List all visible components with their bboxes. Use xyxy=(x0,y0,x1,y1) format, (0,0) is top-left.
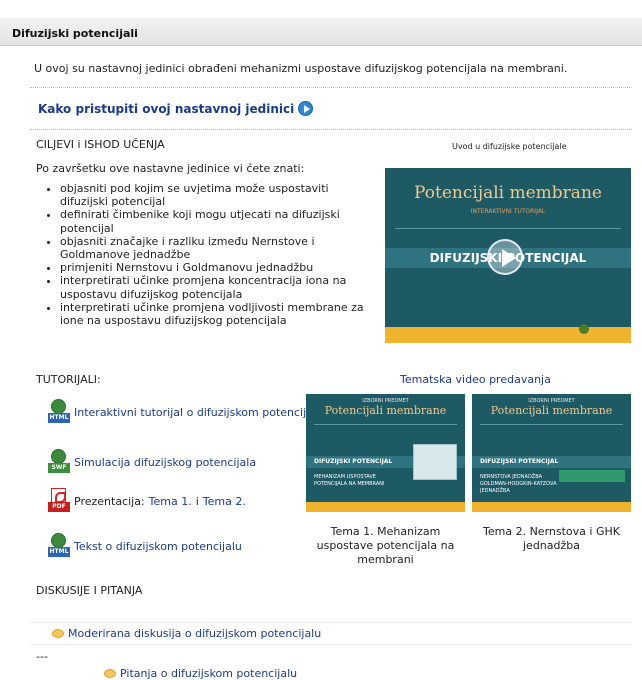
thumb-caption-tema-1[interactable]: Tema 1. Mehanizam uspostave potencijala … xyxy=(306,525,465,567)
goal-item: objasniti pod kojim se uvjetima može usp… xyxy=(60,182,370,208)
swf-file-icon: SWF xyxy=(48,449,70,475)
html-file-icon: HTML xyxy=(48,533,70,559)
tutorial-item-text[interactable]: HTML Tekst o difuzijskom potencijalu xyxy=(48,533,242,559)
row-divider xyxy=(30,622,632,623)
thumb-title: Potencijali membrane xyxy=(490,404,613,417)
tutorial-item-presentation[interactable]: PDF Prezentacija: Tema 1. i Tema 2. xyxy=(48,488,246,514)
html-badge: HTML xyxy=(48,547,70,557)
section-title: Difuzijski potencijali xyxy=(12,27,138,40)
globe-icon xyxy=(51,449,66,464)
globe-icon xyxy=(51,533,66,548)
swf-badge: SWF xyxy=(48,463,70,473)
presentation-prefix: Prezentacija: xyxy=(74,494,145,508)
goal-item: interpretirati učinke promjena koncentra… xyxy=(60,274,370,300)
forum-bubble-icon xyxy=(52,629,64,638)
thumb-band-text: DIFUZIJSKI POTENCIJAL xyxy=(480,458,559,465)
goal-item: definirati čimbenike koji mogu utjecati … xyxy=(60,208,370,234)
globe-icon xyxy=(51,399,66,414)
presentation-and: i xyxy=(195,494,199,508)
thumb-subtitle: MEHANIZAM USPOSTAVE POTENCIJALA NA MEMBR… xyxy=(314,474,385,487)
forum-moderated[interactable]: Moderirana diskusija o difuzijskom poten… xyxy=(52,627,321,640)
thumb-footer xyxy=(472,502,631,512)
thumb-subtitle: NERNSTOVA JEDNADŽBA GOLDMAN-HODGKIN-KATZ… xyxy=(480,474,557,494)
divider xyxy=(30,129,632,130)
video-thumb-tema-1[interactable]: IZBORNI PREDMET Potencijali membrane DIF… xyxy=(306,394,465,512)
goals-intro: Po završetku ove nastavne jedinice vi će… xyxy=(36,162,305,175)
forum-moderated-link[interactable]: Moderirana diskusija o difuzijskom poten… xyxy=(68,627,321,640)
goals-list: objasniti pod kojim se uvjetima može usp… xyxy=(50,182,370,327)
intro-video-caption: Uvod u difuzijske potencijale xyxy=(452,142,567,151)
video-thumb-tema-2[interactable]: IZBORNI PREDMET Potencijali membrane DIF… xyxy=(472,394,631,512)
video-lectures-heading[interactable]: Tematska video predavanja xyxy=(400,373,551,386)
tutorial-item-interactive[interactable]: HTML Interaktivni tutorijal o difuzijsko… xyxy=(48,399,323,425)
tutorial-link-interactive[interactable]: Interaktivni tutorijal o difuzijskom pot… xyxy=(74,406,323,419)
video-footer xyxy=(385,327,631,343)
video-play-button[interactable] xyxy=(487,239,523,275)
goal-item: interpretirati učinke promjena vodljivos… xyxy=(60,301,370,327)
forum-questions[interactable]: Pitanja o difuzijskom potencijalu xyxy=(104,667,297,680)
separator-text: --- xyxy=(36,650,48,663)
play-circle-icon[interactable] xyxy=(298,101,314,116)
thumb-band-text: DIFUZIJSKI POTENCIJAL xyxy=(314,458,393,465)
thumb-divider xyxy=(314,424,457,425)
html-file-icon: HTML xyxy=(48,399,70,425)
thumb-title: Potencijali membrane xyxy=(324,404,447,417)
goal-item: objasniti značajke i razliku između Nern… xyxy=(60,235,370,261)
access-instructions-label[interactable]: Kako pristupiti ovoj nastavnoj jedinici xyxy=(38,102,294,116)
thumb-footer xyxy=(306,502,465,512)
forum-questions-link[interactable]: Pitanja o difuzijskom potencijalu xyxy=(120,667,297,680)
tutorial-link-text[interactable]: Tekst o difuzijskom potencijalu xyxy=(74,540,242,553)
access-instructions-link[interactable]: Kako pristupiti ovoj nastavnoj jedinici xyxy=(38,101,314,116)
summary-text: U ovoj su nastavnoj jedinici obrađeni me… xyxy=(34,62,568,75)
tutorials-heading: TUTORIJALI: xyxy=(36,373,101,386)
thumb-divider xyxy=(480,424,623,425)
tutorial-item-simulation[interactable]: SWF Simulacija difuzijskog potencijala xyxy=(48,449,256,475)
pdf-file-icon: PDF xyxy=(48,488,70,514)
goal-item: primjeniti Nernstovu i Goldmanovu jednad… xyxy=(60,261,370,274)
video-logo-icon xyxy=(579,324,589,334)
video-subtitle: INTERAKTIVNI TUTORIJAL xyxy=(470,208,546,215)
pdf-badge: PDF xyxy=(48,502,70,512)
html-badge: HTML xyxy=(48,413,70,423)
forum-bubble-icon xyxy=(104,669,116,678)
video-divider xyxy=(395,228,621,229)
intro-video-player[interactable]: Potencijali membrane INTERAKTIVNI TUTORI… xyxy=(385,168,631,343)
row-divider xyxy=(30,644,632,645)
discussion-heading: DISKUSIJE I PITANJA xyxy=(36,584,143,597)
presentation-link-tema-2[interactable]: Tema 2. xyxy=(203,495,246,508)
equation-icon xyxy=(559,470,625,482)
presentation-link-tema-1[interactable]: Tema 1. xyxy=(149,495,192,508)
tutorial-link-simulation[interactable]: Simulacija difuzijskog potencijala xyxy=(74,456,256,469)
membrane-diagram-icon xyxy=(413,444,457,480)
thumb-caption-tema-2[interactable]: Tema 2. Nernstova i GHK jednadžba xyxy=(472,525,631,553)
video-title: Potencijali membrane xyxy=(414,183,602,203)
goals-heading: CILJEVI i ISHOD UČENJA xyxy=(36,138,165,151)
